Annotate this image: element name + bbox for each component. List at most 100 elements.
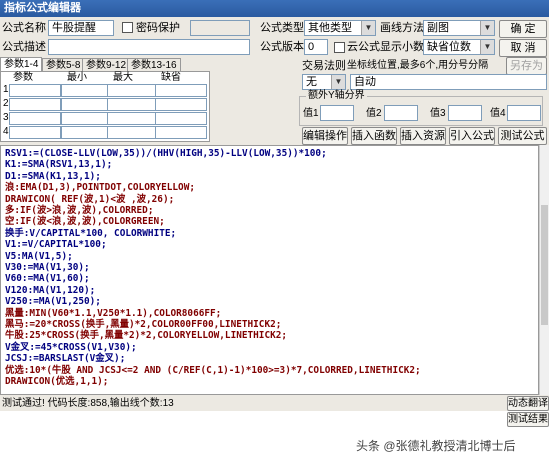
tab-params-13-16[interactable]: 参数13-16	[127, 58, 181, 72]
formula-type-select[interactable]: 其他类型 ▼	[304, 20, 376, 36]
param-row-num: 4	[3, 126, 9, 137]
password-input[interactable]	[190, 20, 250, 36]
trade-rule-value: 无	[306, 76, 317, 88]
y-value-2-input[interactable]	[384, 105, 418, 121]
formula-type-label: 公式类型	[260, 22, 304, 34]
extra-y-axis-title: 额外Y轴分界	[306, 90, 367, 102]
code-line: 黑马:=20*CROSS(换手,黑量)*2,COLOR00FF00,LINETH…	[5, 319, 282, 330]
cloud-formula-checkbox[interactable]	[334, 42, 345, 53]
test-result-button[interactable]: 测试结果	[507, 412, 549, 427]
param-name-cell[interactable]	[9, 98, 61, 111]
ok-button[interactable]: 确 定	[499, 20, 547, 38]
param-header-min: 最小	[67, 72, 87, 83]
chevron-down-icon: ▼	[480, 21, 494, 35]
coord-line-input[interactable]: 自动	[350, 74, 547, 90]
cloud-formula-label: 云公式	[347, 41, 380, 53]
param-max-cell[interactable]	[107, 84, 159, 97]
code-line: V1:=V/CAPITAL*100;	[5, 239, 107, 251]
draw-method-label: 画线方法	[380, 22, 424, 34]
formula-version-input[interactable]: 0	[304, 39, 328, 55]
formula-editor-window: 指标公式编辑器 公式名称 牛股提醒 密码保护 公式类型 其他类型 ▼ 画线方法 …	[0, 0, 549, 465]
param-max-cell[interactable]	[107, 112, 159, 125]
decimals-value: 缺省位数	[427, 41, 471, 53]
code-line: D1:=SMA(K1,13,1);	[5, 170, 101, 182]
test-status-text: 测试通过! 代码长度:858,输出线个数:13	[2, 398, 174, 409]
tab-params-1-4[interactable]: 参数1-4	[0, 57, 43, 72]
code-line: V60:=MA(V1,60);	[5, 273, 90, 285]
chevron-down-icon: ▼	[480, 40, 494, 54]
y-value-4-label: 值4	[490, 108, 506, 119]
code-line: RSV1:=(CLOSE-LLV(LOW,35))/(HHV(HIGH,35)-…	[5, 148, 327, 159]
window-title: 指标公式编辑器	[0, 0, 549, 17]
param-grid: 参数 最小 最大 缺省 1 2 3 4	[0, 71, 210, 142]
y-value-3-label: 值3	[430, 108, 446, 119]
insert-function-button[interactable]: 插入函数	[351, 127, 397, 145]
param-name-cell[interactable]	[9, 112, 61, 125]
formula-name-input[interactable]: 牛股提醒	[48, 20, 114, 36]
param-min-cell[interactable]	[61, 126, 113, 139]
watermark-text: 头条 @张德礼教授清北博士后	[356, 439, 516, 453]
dynamic-translate-button[interactable]: 动态翻译	[507, 396, 549, 411]
param-max-cell[interactable]	[107, 98, 159, 111]
param-header-max: 最大	[113, 72, 133, 83]
insert-resource-button[interactable]: 插入资源	[400, 127, 446, 145]
code-line: 多:IF(波>浪,波,波),COLORRED;	[5, 205, 154, 216]
param-name-cell[interactable]	[9, 126, 61, 139]
y-value-1-input[interactable]	[320, 105, 354, 121]
param-max-cell[interactable]	[107, 126, 159, 139]
code-line: V金叉:=45*CROSS(V1,V30);	[5, 341, 137, 353]
code-line: JCSJ:=BARSLAST(V金叉);	[5, 353, 126, 365]
formula-desc-label: 公式描述	[2, 41, 46, 53]
y-value-1-label: 值1	[303, 108, 319, 119]
scrollbar-thumb[interactable]	[541, 205, 548, 325]
param-name-cell[interactable]	[9, 84, 61, 97]
param-default-cell[interactable]	[155, 112, 207, 125]
code-line: 优选:10*(牛股 AND JCSJ<=2 AND (C/REF(C,1)-1)…	[5, 364, 421, 376]
trade-rule-select[interactable]: 无 ▼	[302, 74, 346, 90]
param-row-num: 1	[3, 84, 9, 95]
code-line: 牛股:25*CROSS(换手,黑量*2)*2,COLORYELLOW,LINET…	[5, 330, 288, 342]
param-min-cell[interactable]	[61, 84, 113, 97]
y-value-3-input[interactable]	[448, 105, 482, 121]
code-line: V250:=MA(V1,250);	[5, 296, 101, 308]
editor-scrollbar[interactable]	[539, 145, 549, 395]
code-line: V120:MA(V1,120);	[5, 284, 96, 296]
formula-name-label: 公式名称	[2, 22, 46, 34]
decimals-select[interactable]: 缺省位数 ▼	[423, 39, 495, 55]
code-line: DRAWICON(优选,1,1);	[5, 376, 109, 387]
param-default-cell[interactable]	[155, 126, 207, 139]
tab-params-9-12[interactable]: 参数9-12	[82, 58, 131, 72]
code-line: V5:MA(V1,5);	[5, 250, 73, 262]
draw-method-select[interactable]: 副图 ▼	[423, 20, 495, 36]
password-checkbox[interactable]	[122, 22, 133, 33]
code-line: 空:IF(波<浪,波,波),COLORGREEN;	[5, 216, 165, 228]
param-default-cell[interactable]	[155, 84, 207, 97]
param-row-num: 2	[3, 98, 9, 109]
tab-params-5-8[interactable]: 参数5-8	[42, 58, 85, 72]
save-as-button[interactable]: 另存为	[506, 57, 547, 75]
edit-operation-button[interactable]: 编辑操作	[302, 127, 348, 145]
param-min-cell[interactable]	[61, 112, 113, 125]
import-formula-button[interactable]: 引入公式	[449, 127, 495, 145]
code-line: 浪:EMA(D1,3),POINTDOT,COLORYELLOW;	[5, 182, 195, 194]
param-row-num: 3	[3, 112, 9, 123]
formula-code-editor[interactable]: RSV1:=(CLOSE-LLV(LOW,35))/(HHV(HIGH,35)-…	[0, 145, 539, 395]
formula-desc-input[interactable]	[48, 39, 250, 55]
coord-line-label: 坐标线位置,最多6个,用分号分隔	[347, 60, 489, 71]
code-line: K1:=SMA(RSV1,13,1);	[5, 159, 113, 171]
test-formula-button[interactable]: 测试公式	[498, 127, 547, 145]
param-default-cell[interactable]	[155, 98, 207, 111]
code-line: 黑量:MIN(V60*1.1,V250*1.1),COLOR8066FF;	[5, 307, 222, 319]
code-line: 换手:V/CAPITAL*100, COLORWHITE;	[5, 227, 177, 239]
formula-type-value: 其他类型	[308, 22, 352, 34]
chevron-down-icon: ▼	[331, 75, 345, 89]
password-label: 密码保护	[136, 22, 180, 34]
draw-method-value: 副图	[427, 22, 449, 34]
cancel-button[interactable]: 取 消	[499, 39, 547, 57]
param-min-cell[interactable]	[61, 98, 113, 111]
y-value-2-label: 值2	[366, 108, 382, 119]
code-line: DRAWICON( REF(波,1)<波 ,波,26);	[5, 193, 175, 205]
decimals-label: 显示小数	[380, 41, 424, 53]
y-value-4-input[interactable]	[507, 105, 541, 121]
param-header-name: 参数	[13, 72, 33, 83]
